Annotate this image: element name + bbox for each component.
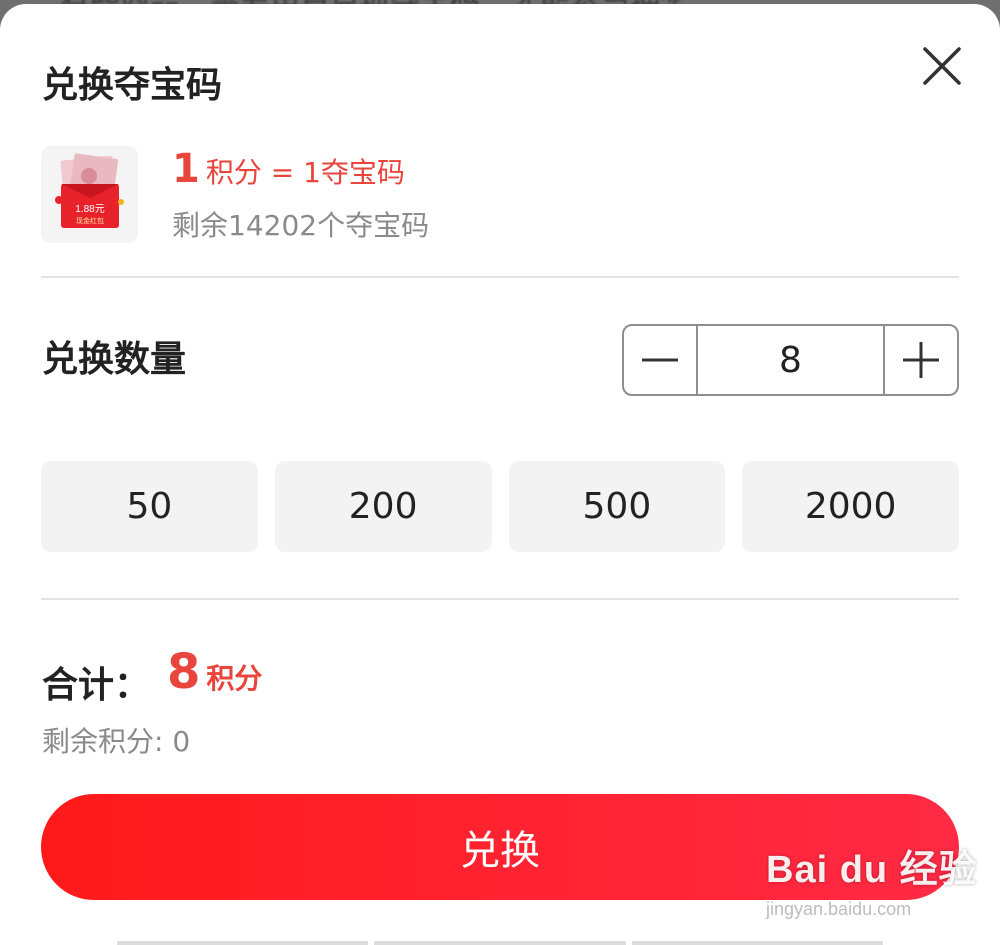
tab-edge-segment	[631, 941, 883, 945]
thumb-amount: 1.88元	[75, 204, 104, 215]
close-icon	[923, 47, 961, 85]
preset-button[interactable]: 200	[274, 461, 492, 552]
rate-text: 积分 = 1夺宝码	[205, 156, 405, 189]
total-label: 合计：	[42, 665, 151, 706]
preset-button[interactable]: 50	[41, 461, 258, 552]
quantity-presets: 50 200 500 2000	[41, 461, 959, 552]
plus-icon	[903, 342, 939, 378]
decrement-button[interactable]	[624, 326, 698, 394]
divider	[41, 598, 959, 600]
remaining-codes: 剩余14202个夺宝码	[172, 209, 430, 242]
remaining-points: 剩余积分: 0	[42, 725, 191, 758]
tab-edge-segment	[374, 941, 626, 945]
increment-button[interactable]	[883, 326, 957, 394]
divider	[41, 276, 959, 278]
total-value: 8 积分	[167, 644, 262, 700]
rate-quantity: 1	[172, 146, 200, 192]
total-unit: 积分	[206, 662, 263, 695]
thumb-caption: 现金红包	[76, 216, 104, 225]
dialog-title: 兑换夺宝码	[42, 65, 223, 106]
preset-button[interactable]: 2000	[742, 461, 959, 552]
minus-icon	[642, 358, 678, 362]
bottom-tab-edge	[117, 941, 883, 945]
quantity-value[interactable]: 8	[698, 326, 883, 394]
exchange-submit-button[interactable]: 兑换	[41, 794, 959, 900]
red-envelope-icon: 1.88元 现金红包	[55, 153, 124, 228]
quantity-label: 兑换数量	[42, 339, 187, 380]
quantity-stepper: 8	[622, 324, 959, 396]
tab-edge-segment	[117, 941, 369, 945]
preset-button[interactable]: 500	[508, 461, 726, 552]
product-thumbnail: 1.88元 现金红包	[41, 146, 138, 243]
close-button[interactable]	[918, 42, 966, 90]
total-points: 8	[167, 644, 201, 700]
exchange-dialog: 兑换夺宝码 1.88元 现金红包 1 积分 = 1夺宝码 剩余14202个夺宝码 …	[0, 4, 1000, 945]
exchange-rate: 1 积分 = 1夺宝码	[172, 146, 405, 192]
